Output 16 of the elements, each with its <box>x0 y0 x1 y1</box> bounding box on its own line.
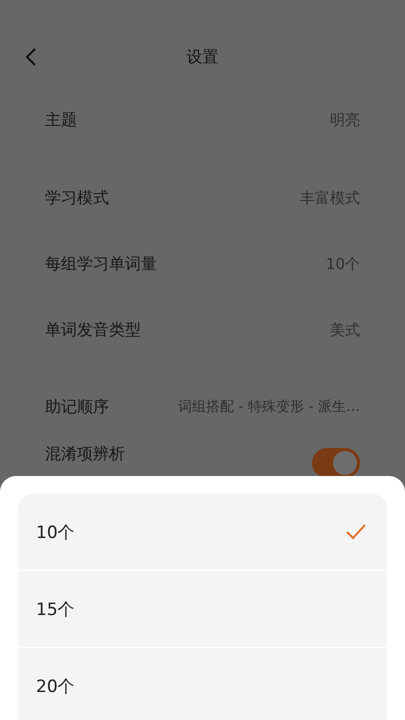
setting-value[interactable]: 10个 <box>326 254 360 274</box>
setting-label: 单词发音类型 <box>45 320 141 340</box>
toggle-switch[interactable] <box>312 448 360 478</box>
option-item[interactable]: 15个 <box>18 571 387 648</box>
setting-label: 混淆项辨析 <box>45 444 125 465</box>
setting-value[interactable]: 美式 <box>330 320 360 340</box>
option-item[interactable]: 10个 <box>18 494 387 571</box>
setting-value[interactable]: 词组搭配 - 特殊变形 - 派生… <box>178 398 360 416</box>
setting-label: 助记顺序 <box>45 396 109 418</box>
setting-value[interactable]: 明亮 <box>330 110 360 130</box>
option-item[interactable]: 20个 <box>18 648 387 720</box>
setting-label: 主题 <box>45 110 77 130</box>
setting-value[interactable]: 丰富模式 <box>300 188 360 208</box>
setting-label: 每组学习单词量 <box>45 254 157 274</box>
page-title: 设置 <box>186 46 218 68</box>
setting-label: 学习模式 <box>45 188 109 208</box>
